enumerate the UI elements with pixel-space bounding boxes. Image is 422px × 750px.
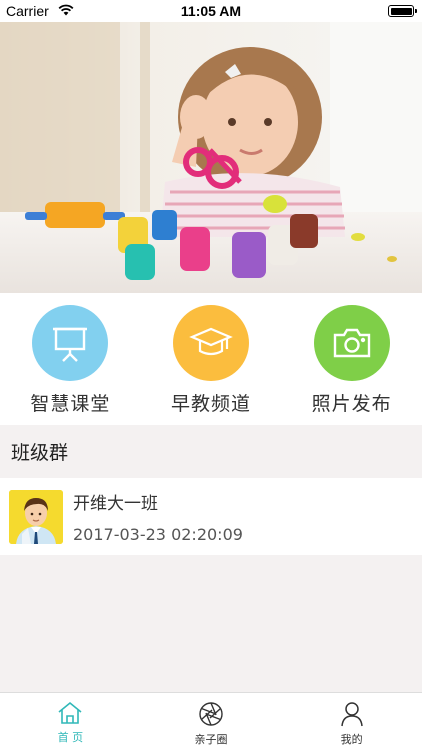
photo-publish-label: 照片发布 [311,393,392,415]
aperture-icon [199,702,223,726]
early-education-label: 早教频道 [171,393,252,415]
tab-bar: 首 页 亲子圈 我的 [0,692,422,750]
photo-publish-circle [313,305,390,381]
photo-publish-button[interactable]: 照片发布 [281,293,422,425]
early-education-button[interactable]: 早教频道 [141,293,282,425]
presentation-board-icon [53,327,88,362]
camera-icon [333,328,370,358]
quick-menu: 智慧课堂 早教频道 照片发布 [0,293,422,425]
home-icon [58,701,82,724]
group-name: 开维大一班 [73,494,158,514]
tab-home-label: 首 页 [57,731,84,744]
smart-classroom-button[interactable]: 智慧课堂 [0,293,141,425]
tab-parent-child-circle-label: 亲子圈 [194,733,228,746]
group-info: 开维大一班 2017-03-23 02:20:09 [73,489,243,544]
avatar [9,489,63,544]
early-education-circle [173,305,249,381]
graduation-cap-icon [189,327,233,356]
banner-image[interactable] [0,22,422,293]
tab-parent-child-circle[interactable]: 亲子圈 [141,693,282,750]
tab-home[interactable]: 首 页 [0,693,141,750]
person-icon [340,702,363,727]
tab-mine[interactable]: 我的 [281,693,422,750]
tab-mine-label: 我的 [340,733,363,746]
battery-icon [388,5,417,17]
teacher-avatar-icon [9,489,63,544]
status-time: 11:05 AM [180,3,242,19]
status-bar: Carrier 11:05 AM [0,0,422,22]
smart-classroom-label: 智慧课堂 [30,393,111,415]
section-title: 班级群 [0,425,422,478]
smart-classroom-circle [32,305,109,381]
class-group-item[interactable]: 开维大一班 2017-03-23 02:20:09 [0,478,422,555]
group-timestamp: 2017-03-23 02:20:09 [73,525,243,544]
